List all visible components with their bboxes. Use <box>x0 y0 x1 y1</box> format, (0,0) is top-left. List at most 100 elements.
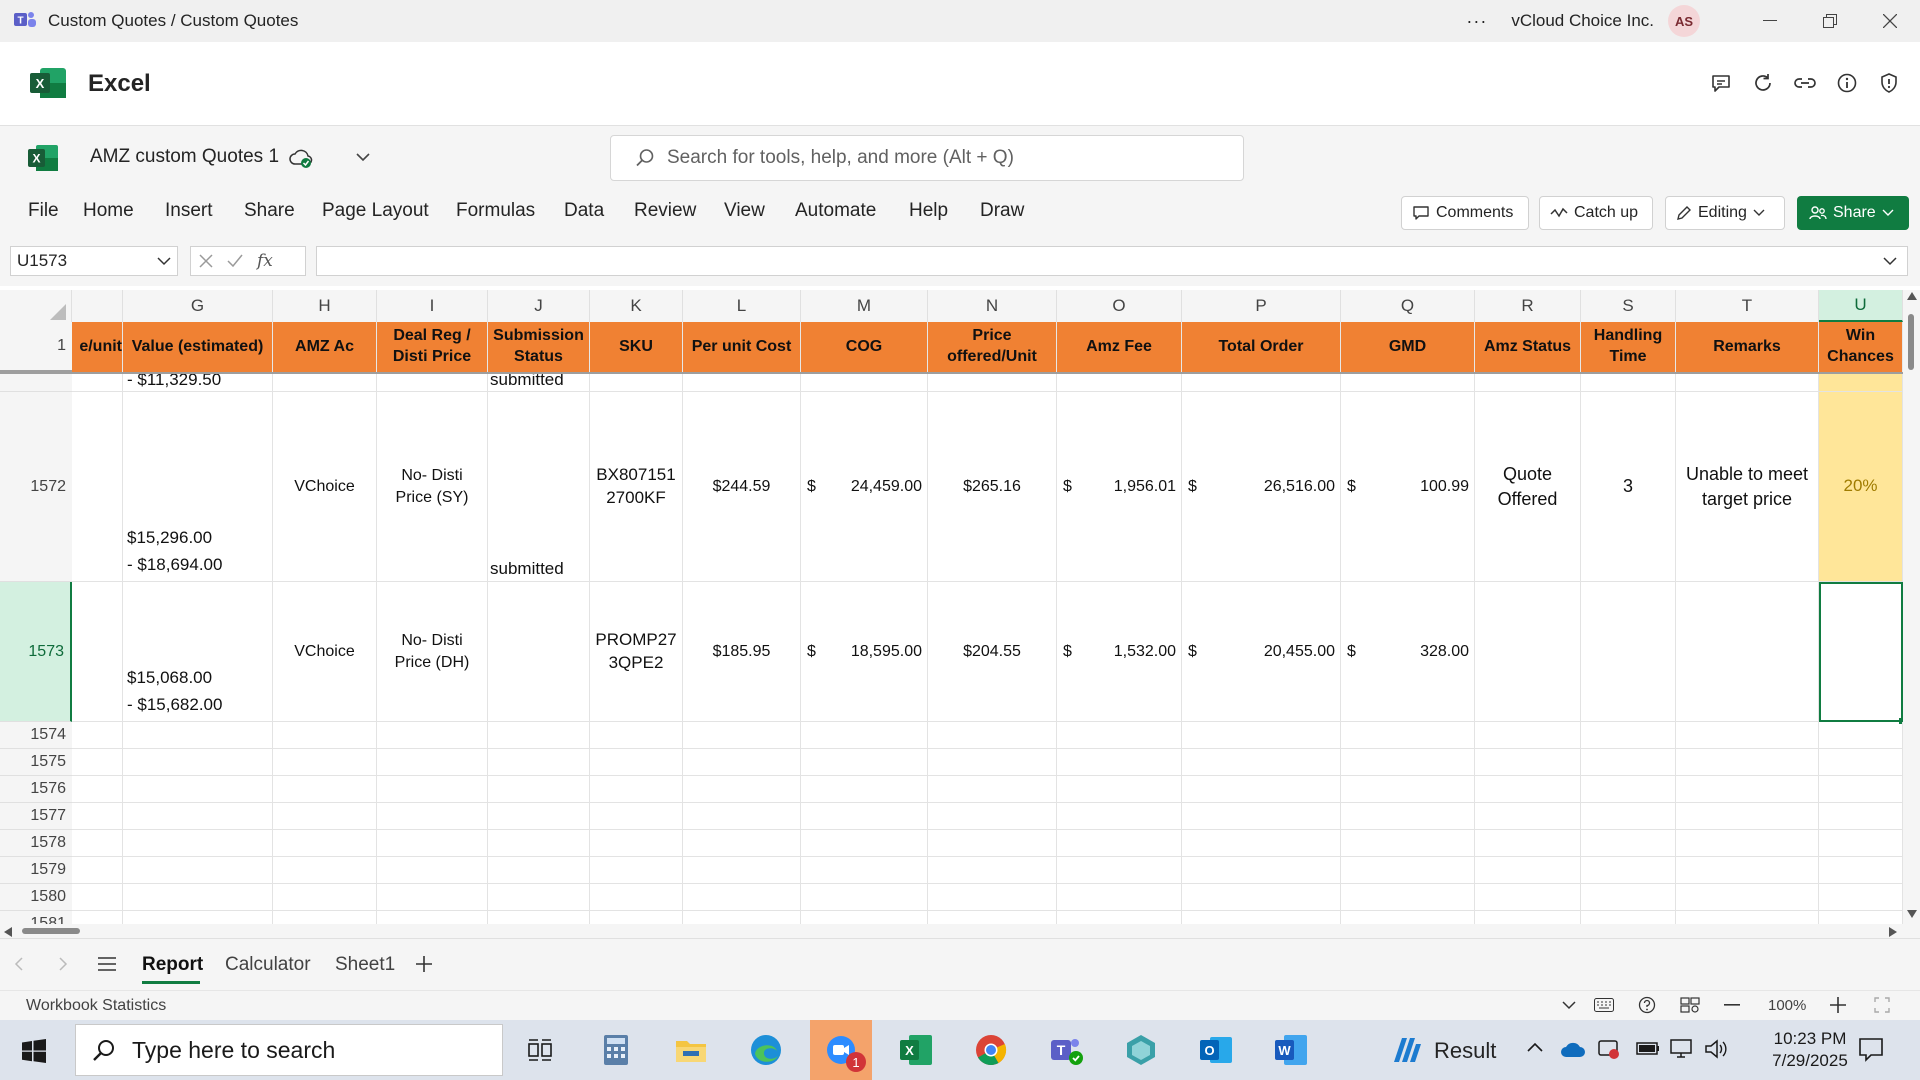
cell[interactable] <box>123 830 273 857</box>
column-header-u[interactable]: U <box>1819 290 1903 322</box>
notifications-icon[interactable] <box>1858 1036 1884 1062</box>
cell[interactable] <box>683 749 801 776</box>
cell-win-chances[interactable]: 20% <box>1819 392 1903 582</box>
cell[interactable] <box>1341 803 1475 830</box>
cell[interactable] <box>273 830 377 857</box>
cell[interactable] <box>72 830 123 857</box>
header-cell-value[interactable]: Value (estimated) <box>123 322 273 372</box>
column-header-m[interactable]: M <box>801 290 928 322</box>
column-header-k[interactable]: K <box>590 290 683 322</box>
sheet-tab-sheet1[interactable]: Sheet1 <box>335 954 395 976</box>
cell-price-offered[interactable]: $204.55 <box>928 582 1057 722</box>
select-all-corner[interactable] <box>0 290 72 322</box>
cell-amz-fee[interactable]: $1,956.01 <box>1057 392 1182 582</box>
cell[interactable] <box>1475 722 1581 749</box>
cell[interactable] <box>1475 776 1581 803</box>
header-cell-handling-time[interactable]: Handling Time <box>1581 322 1676 372</box>
cell-deal-reg[interactable]: No- Disti Price (SY) <box>377 392 488 582</box>
cell[interactable] <box>683 830 801 857</box>
cell-per-unit-cost[interactable]: $185.95 <box>683 582 801 722</box>
onedrive-icon[interactable] <box>1560 1040 1586 1058</box>
all-sheets-menu-icon[interactable] <box>98 957 116 971</box>
cell-remarks[interactable]: Unable to meet target price <box>1676 392 1819 582</box>
column-header-i[interactable]: I <box>377 290 488 322</box>
cell[interactable] <box>377 722 488 749</box>
calculator-icon[interactable] <box>585 1020 647 1080</box>
cell[interactable] <box>273 722 377 749</box>
horizontal-scrollbar[interactable] <box>0 924 1903 938</box>
row-header-1578[interactable]: 1578 <box>0 830 72 857</box>
cell[interactable] <box>1819 722 1903 749</box>
cell-price-offered[interactable]: $265.16 <box>928 392 1057 582</box>
cell[interactable] <box>123 722 273 749</box>
function-icon[interactable]: fx <box>257 251 273 271</box>
cell[interactable] <box>928 857 1057 884</box>
cell[interactable] <box>590 749 683 776</box>
cell[interactable] <box>273 803 377 830</box>
column-header-p[interactable]: P <box>1182 290 1341 322</box>
cell-amz-status[interactable] <box>1475 582 1581 722</box>
header-cell-total-order[interactable]: Total Order <box>1182 322 1341 372</box>
zoom-level[interactable]: 100% <box>1768 997 1806 1014</box>
cell[interactable] <box>1819 830 1903 857</box>
chevron-down-icon[interactable] <box>157 257 171 266</box>
cell[interactable] <box>72 722 123 749</box>
column-header-r[interactable]: R <box>1475 290 1581 322</box>
zoom-app-icon[interactable]: 1 <box>810 1020 872 1080</box>
tab-data[interactable]: Data <box>564 200 604 222</box>
header-cell-submission-status[interactable]: Submission Status <box>488 322 590 372</box>
cell[interactable] <box>72 374 123 392</box>
cell[interactable] <box>683 803 801 830</box>
cell[interactable] <box>1819 776 1903 803</box>
cell[interactable] <box>928 374 1057 392</box>
cell[interactable] <box>1341 776 1475 803</box>
cell[interactable] <box>1182 830 1341 857</box>
header-cell-gmd[interactable]: GMD <box>1341 322 1475 372</box>
cell-status-partial[interactable]: submitted <box>488 374 590 392</box>
cell-amz-status[interactable]: Quote Offered <box>1475 392 1581 582</box>
name-box[interactable]: U1573 <box>10 246 178 276</box>
cell[interactable] <box>1341 749 1475 776</box>
cell-cog[interactable]: $24,459.00 <box>801 392 928 582</box>
cell[interactable] <box>1057 749 1182 776</box>
cell[interactable] <box>1057 374 1182 392</box>
task-view-icon[interactable] <box>510 1020 572 1080</box>
cell[interactable] <box>1581 374 1676 392</box>
cell-gmd[interactable]: $100.99 <box>1341 392 1475 582</box>
cell[interactable] <box>1341 857 1475 884</box>
cell[interactable] <box>123 884 273 911</box>
chevron-down-icon[interactable] <box>1883 257 1897 266</box>
cell[interactable] <box>1057 830 1182 857</box>
cell[interactable] <box>377 884 488 911</box>
cell[interactable] <box>72 803 123 830</box>
cell[interactable] <box>801 722 928 749</box>
cell[interactable] <box>72 884 123 911</box>
cell[interactable] <box>377 374 488 392</box>
cell[interactable] <box>801 803 928 830</box>
search-box[interactable]: Search for tools, help, and more (Alt + … <box>610 135 1244 181</box>
check-icon[interactable] <box>227 254 243 268</box>
document-name[interactable]: AMZ custom Quotes 1 <box>90 146 279 168</box>
cell[interactable] <box>123 857 273 884</box>
column-header-g[interactable]: G <box>123 290 273 322</box>
cell[interactable] <box>488 884 590 911</box>
column-header-j[interactable]: J <box>488 290 590 322</box>
cell-amz-ac[interactable]: VChoice <box>273 582 377 722</box>
cell[interactable] <box>72 857 123 884</box>
cell[interactable] <box>1581 857 1676 884</box>
cell[interactable] <box>377 803 488 830</box>
cell[interactable] <box>1475 830 1581 857</box>
cell[interactable] <box>1581 749 1676 776</box>
teams-taskbar-icon[interactable]: T <box>1035 1020 1097 1080</box>
header-cell-cog[interactable]: COG <box>801 322 928 372</box>
cell[interactable] <box>1581 803 1676 830</box>
catch-up-button[interactable]: Catch up <box>1539 196 1653 230</box>
sheet-tab-calculator[interactable]: Calculator <box>225 954 311 976</box>
tab-page-layout[interactable]: Page Layout <box>322 200 429 222</box>
cell[interactable] <box>377 749 488 776</box>
cell[interactable] <box>590 857 683 884</box>
chevron-down-icon[interactable] <box>356 152 370 162</box>
header-cell-remarks[interactable]: Remarks <box>1676 322 1819 372</box>
cell[interactable] <box>72 582 123 722</box>
zoom-in-icon[interactable] <box>1830 997 1846 1013</box>
